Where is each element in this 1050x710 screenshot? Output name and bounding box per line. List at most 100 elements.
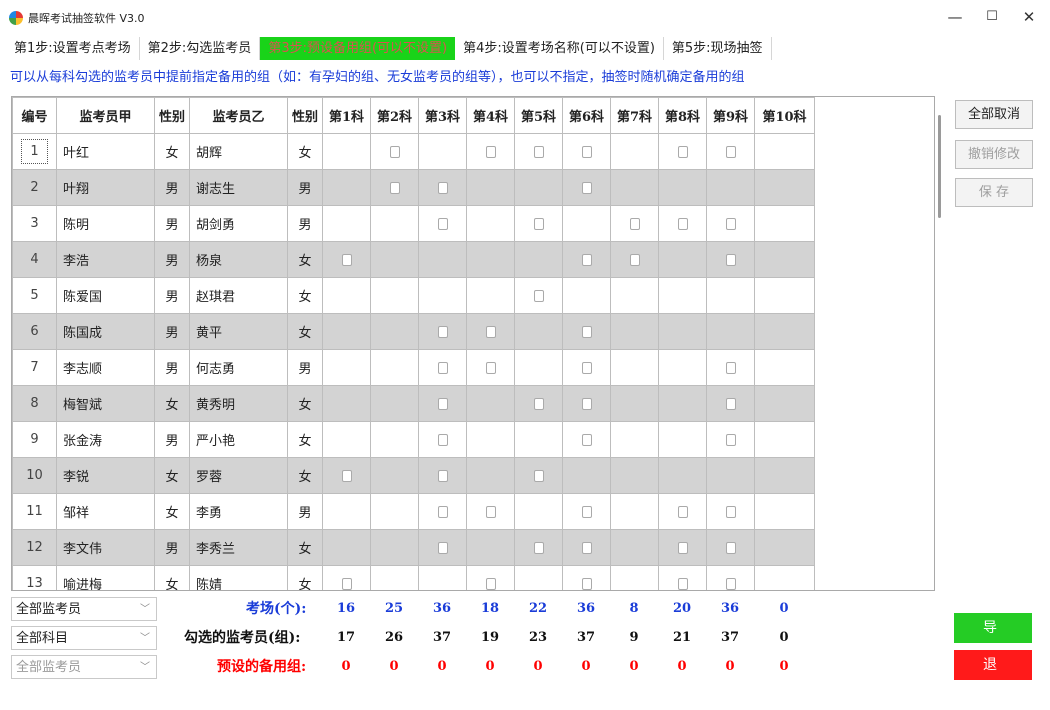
subject-cell[interactable] [706,565,755,590]
tab-step5[interactable]: 第5步:现场抽签 [664,37,772,60]
subject-cell[interactable] [322,169,371,206]
subject-cell[interactable] [658,349,707,386]
grid-scrollbar[interactable] [936,98,944,587]
subject-cell[interactable] [466,457,515,494]
subject-cell[interactable] [370,421,419,458]
reserve-checkbox[interactable] [677,505,688,518]
subject-cell[interactable] [466,529,515,566]
subject-cell[interactable] [562,565,611,590]
subject-cell[interactable] [466,241,515,278]
subject-cell[interactable] [658,385,707,422]
table-row[interactable]: 2 叶翔 男 谢志生 男 [12,169,915,206]
subject-cell[interactable] [370,349,419,386]
scrollbar-thumb[interactable] [938,115,941,218]
subject-cell[interactable] [562,133,611,170]
reserve-checkbox[interactable] [581,145,592,158]
minimize-button[interactable]: — [935,4,975,30]
subject-cell[interactable] [658,241,707,278]
table-row[interactable]: 12 李文伟 男 李秀兰 女 [12,529,915,566]
exit-button[interactable]: 退出 [954,650,1032,703]
reserve-checkbox[interactable] [725,361,736,374]
column-header[interactable]: 第4科 [466,97,515,134]
subject-cell[interactable] [418,493,467,530]
subject-cell[interactable] [562,529,611,566]
table-row[interactable]: 3 陈明 男 胡剑勇 男 [12,205,915,242]
reserve-checkbox[interactable] [725,253,736,266]
subject-cell[interactable] [754,493,815,530]
subject-cell[interactable] [466,565,515,590]
subject-cell[interactable] [418,277,467,314]
subject-cell[interactable] [322,385,371,422]
subject-cell[interactable] [562,349,611,386]
subject-cell[interactable] [466,313,515,350]
subject-cell[interactable] [754,313,815,350]
subject-cell[interactable] [466,349,515,386]
reserve-checkbox[interactable] [437,397,448,410]
reserve-checkbox[interactable] [725,433,736,446]
supervisor-filter-select[interactable]: 全部监考员 ﹀ [11,597,157,621]
subject-cell[interactable] [514,493,563,530]
subject-cell[interactable] [658,169,707,206]
subject-cell[interactable] [514,133,563,170]
column-header[interactable]: 性别 [287,97,323,134]
tab-step4[interactable]: 第4步:设置考场名称(可以不设置) [455,37,664,60]
subject-cell[interactable] [322,241,371,278]
reserve-checkbox[interactable] [581,181,592,194]
table-row[interactable]: 11 邹祥 女 李勇 男 [12,493,915,530]
reserve-checkbox[interactable] [533,217,544,230]
subject-cell[interactable] [562,169,611,206]
reserve-checkbox[interactable] [677,217,688,230]
subject-cell[interactable] [610,385,659,422]
subject-cell[interactable] [418,529,467,566]
subject-cell[interactable] [370,169,419,206]
subject-filter-select[interactable]: 全部科目 ﹀ [11,626,157,650]
tab-step3[interactable]: 第3步:预设备用组(可以不设置) [260,37,456,60]
reserve-checkbox[interactable] [725,505,736,518]
reserve-checkbox[interactable] [437,541,448,554]
subject-cell[interactable] [706,133,755,170]
subject-cell[interactable] [514,385,563,422]
subject-cell[interactable] [610,205,659,242]
table-row[interactable]: 7 李志顺 男 何志勇 男 [12,349,915,386]
reserve-checkbox[interactable] [533,469,544,482]
subject-cell[interactable] [370,241,419,278]
subject-cell[interactable] [562,205,611,242]
subject-cell[interactable] [322,205,371,242]
reserve-checkbox[interactable] [533,397,544,410]
column-header[interactable]: 编号 [12,97,57,134]
column-header[interactable]: 第2科 [370,97,419,134]
reserve-checkbox[interactable] [581,325,592,338]
subject-cell[interactable] [322,529,371,566]
reserve-checkbox[interactable] [437,433,448,446]
subject-cell[interactable] [754,133,815,170]
reserve-checkbox[interactable] [581,505,592,518]
supervisor2-filter-select[interactable]: 全部监考员 ﹀ [11,655,157,679]
subject-cell[interactable] [658,565,707,590]
subject-cell[interactable] [466,169,515,206]
subject-cell[interactable] [418,565,467,590]
subject-cell[interactable] [754,205,815,242]
subject-cell[interactable] [514,169,563,206]
subject-cell[interactable] [370,529,419,566]
subject-cell[interactable] [706,493,755,530]
column-header[interactable]: 监考员甲 [56,97,155,134]
subject-cell[interactable] [562,421,611,458]
subject-cell[interactable] [658,493,707,530]
subject-cell[interactable] [418,169,467,206]
reserve-checkbox[interactable] [341,253,352,266]
subject-cell[interactable] [322,421,371,458]
undo-changes-button[interactable]: 撤销修改 [955,140,1033,169]
cancel-all-button[interactable]: 全部取消 [955,100,1033,129]
reserve-checkbox[interactable] [725,145,736,158]
close-button[interactable]: ✕ [1009,4,1049,30]
subject-cell[interactable] [466,277,515,314]
subject-cell[interactable] [466,385,515,422]
tab-step2[interactable]: 第2步:勾选监考员 [140,37,261,60]
subject-cell[interactable] [514,205,563,242]
reserve-checkbox[interactable] [581,433,592,446]
column-header[interactable]: 第5科 [514,97,563,134]
subject-cell[interactable] [658,133,707,170]
column-header[interactable]: 性别 [154,97,190,134]
table-row[interactable]: 5 陈爱国 男 赵琪君 女 [12,277,915,314]
subject-cell[interactable] [370,493,419,530]
